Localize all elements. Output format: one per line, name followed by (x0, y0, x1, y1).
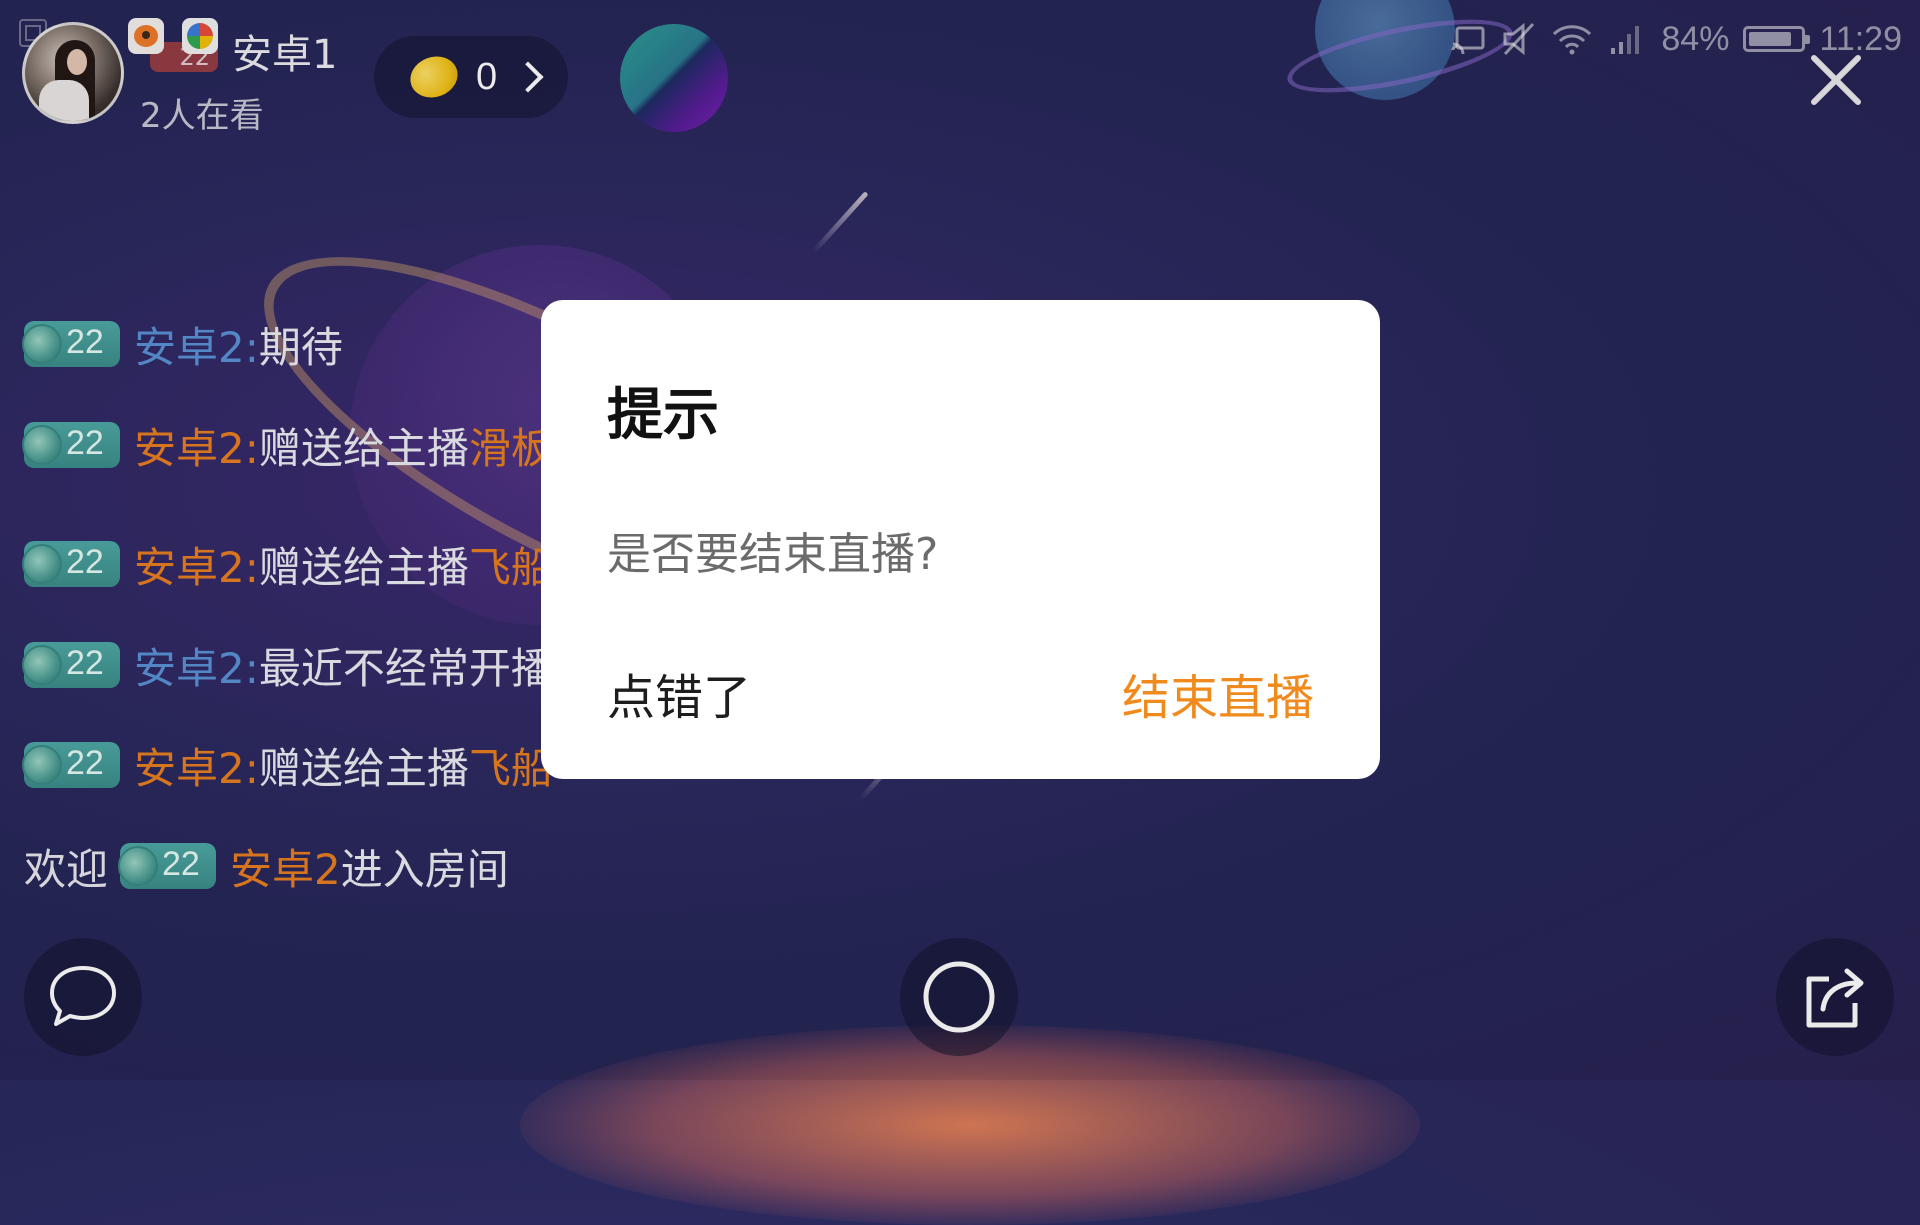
cancel-button[interactable]: 点错了 (607, 658, 751, 728)
end-live-dialog: 提示 是否要结束直播? 点错了 结束直播 (541, 300, 1380, 779)
dialog-title: 提示 (607, 383, 719, 448)
dialog-message: 是否要结束直播? (607, 529, 939, 580)
end-live-button[interactable]: 结束直播 (1122, 658, 1314, 728)
